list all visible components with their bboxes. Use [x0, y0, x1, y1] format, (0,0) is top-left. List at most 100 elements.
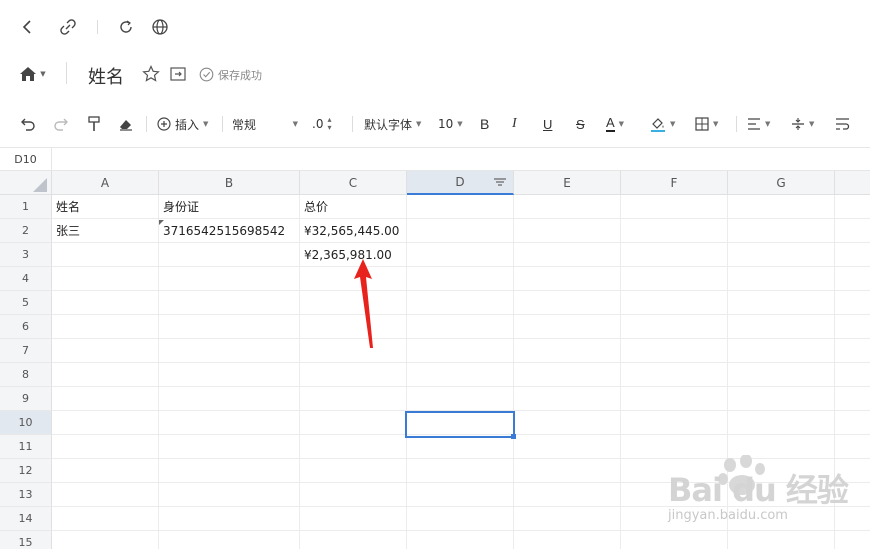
row-header-13[interactable]: 13	[0, 483, 52, 507]
eraser-icon[interactable]	[118, 114, 134, 134]
row-header-2[interactable]: 2	[0, 219, 52, 243]
column-header-a[interactable]: A	[52, 171, 159, 195]
cell-e2[interactable]	[514, 219, 621, 243]
cell-e14[interactable]	[514, 507, 621, 531]
row-header-5[interactable]: 5	[0, 291, 52, 315]
cell-e10[interactable]	[514, 411, 621, 435]
undo-icon[interactable]	[20, 114, 36, 134]
cell-b4[interactable]	[159, 267, 300, 291]
cell-g8[interactable]	[728, 363, 835, 387]
cell-a15[interactable]	[52, 531, 159, 549]
cell-e1[interactable]	[514, 195, 621, 219]
cell-c10[interactable]	[300, 411, 407, 435]
cell-c2[interactable]: ¥32,565,445.00	[300, 219, 407, 243]
cell-d3[interactable]	[407, 243, 514, 267]
cell-f15[interactable]	[621, 531, 728, 549]
cell-g1[interactable]	[728, 195, 835, 219]
back-icon[interactable]	[18, 17, 38, 37]
cell-f5[interactable]	[621, 291, 728, 315]
decimal-stepper[interactable]: .0 ▴ ▾	[312, 114, 331, 134]
cell-a9[interactable]	[52, 387, 159, 411]
cell-e8[interactable]	[514, 363, 621, 387]
cell-d13[interactable]	[407, 483, 514, 507]
format-painter-icon[interactable]	[87, 114, 101, 134]
cell-a10[interactable]	[52, 411, 159, 435]
select-all-corner[interactable]	[0, 171, 52, 195]
document-title[interactable]: 姓名	[88, 63, 124, 89]
cell-b5[interactable]	[159, 291, 300, 315]
refresh-icon[interactable]	[116, 17, 136, 37]
cell-d8[interactable]	[407, 363, 514, 387]
cell-d5[interactable]	[407, 291, 514, 315]
cell-e9[interactable]	[514, 387, 621, 411]
vertical-align-button[interactable]: ▼	[791, 114, 814, 134]
cell-b6[interactable]	[159, 315, 300, 339]
cell-a1[interactable]: 姓名	[52, 195, 159, 219]
move-to-folder-icon[interactable]	[168, 64, 188, 84]
cell-b12[interactable]	[159, 459, 300, 483]
cell-d11[interactable]	[407, 435, 514, 459]
fill-color-button[interactable]: ▼	[650, 114, 675, 134]
cell-g10[interactable]	[728, 411, 835, 435]
cell-b8[interactable]	[159, 363, 300, 387]
column-header-f[interactable]: F	[621, 171, 728, 195]
cell-d9[interactable]	[407, 387, 514, 411]
cell-d12[interactable]	[407, 459, 514, 483]
row-header-4[interactable]: 4	[0, 267, 52, 291]
cell-c8[interactable]	[300, 363, 407, 387]
filter-icon[interactable]	[493, 175, 507, 192]
cell-e12[interactable]	[514, 459, 621, 483]
row-header-11[interactable]: 11	[0, 435, 52, 459]
cell-h7[interactable]	[835, 339, 870, 363]
cell-c1[interactable]: 总价	[300, 195, 407, 219]
cell-a11[interactable]	[52, 435, 159, 459]
row-header-6[interactable]: 6	[0, 315, 52, 339]
row-header-1[interactable]: 1	[0, 195, 52, 219]
cell-g4[interactable]	[728, 267, 835, 291]
chevron-down-icon[interactable]: ▼	[38, 64, 48, 84]
column-header-c[interactable]: C	[300, 171, 407, 195]
borders-button[interactable]: ▼	[695, 114, 718, 134]
cell-e3[interactable]	[514, 243, 621, 267]
cell-h6[interactable]	[835, 315, 870, 339]
row-header-8[interactable]: 8	[0, 363, 52, 387]
cell-d15[interactable]	[407, 531, 514, 549]
cell-b13[interactable]	[159, 483, 300, 507]
row-header-14[interactable]: 14	[0, 507, 52, 531]
cell-h1[interactable]	[835, 195, 870, 219]
cell-h4[interactable]	[835, 267, 870, 291]
horizontal-align-button[interactable]: ▼	[747, 114, 770, 134]
cell-h10[interactable]	[835, 411, 870, 435]
row-header-12[interactable]: 12	[0, 459, 52, 483]
cell-b9[interactable]	[159, 387, 300, 411]
column-header-e[interactable]: E	[514, 171, 621, 195]
column-header-g[interactable]: G	[728, 171, 835, 195]
cell-d4[interactable]	[407, 267, 514, 291]
cell-f3[interactable]	[621, 243, 728, 267]
cell-g5[interactable]	[728, 291, 835, 315]
cell-f9[interactable]	[621, 387, 728, 411]
cell-f1[interactable]	[621, 195, 728, 219]
bold-icon[interactable]: B	[480, 114, 489, 134]
fill-handle[interactable]	[511, 434, 516, 439]
cell-a8[interactable]	[52, 363, 159, 387]
column-header-h[interactable]	[835, 171, 870, 195]
row-header-10[interactable]: 10	[0, 411, 52, 435]
wrap-text-icon[interactable]	[835, 114, 850, 134]
cell-e7[interactable]	[514, 339, 621, 363]
cell-d2[interactable]	[407, 219, 514, 243]
italic-icon[interactable]: I	[512, 114, 517, 134]
cell-b3[interactable]	[159, 243, 300, 267]
cell-g9[interactable]	[728, 387, 835, 411]
cell-e13[interactable]	[514, 483, 621, 507]
strikethrough-icon[interactable]: S	[576, 114, 585, 134]
row-header-7[interactable]: 7	[0, 339, 52, 363]
home-icon[interactable]	[18, 64, 38, 84]
cell-b14[interactable]	[159, 507, 300, 531]
row-header-3[interactable]: 3	[0, 243, 52, 267]
column-header-d[interactable]: D	[407, 171, 514, 195]
cell-h5[interactable]	[835, 291, 870, 315]
font-color-button[interactable]: A ▼	[606, 114, 624, 134]
cell-g3[interactable]	[728, 243, 835, 267]
insert-button[interactable]: 插入 ▼	[157, 114, 208, 134]
